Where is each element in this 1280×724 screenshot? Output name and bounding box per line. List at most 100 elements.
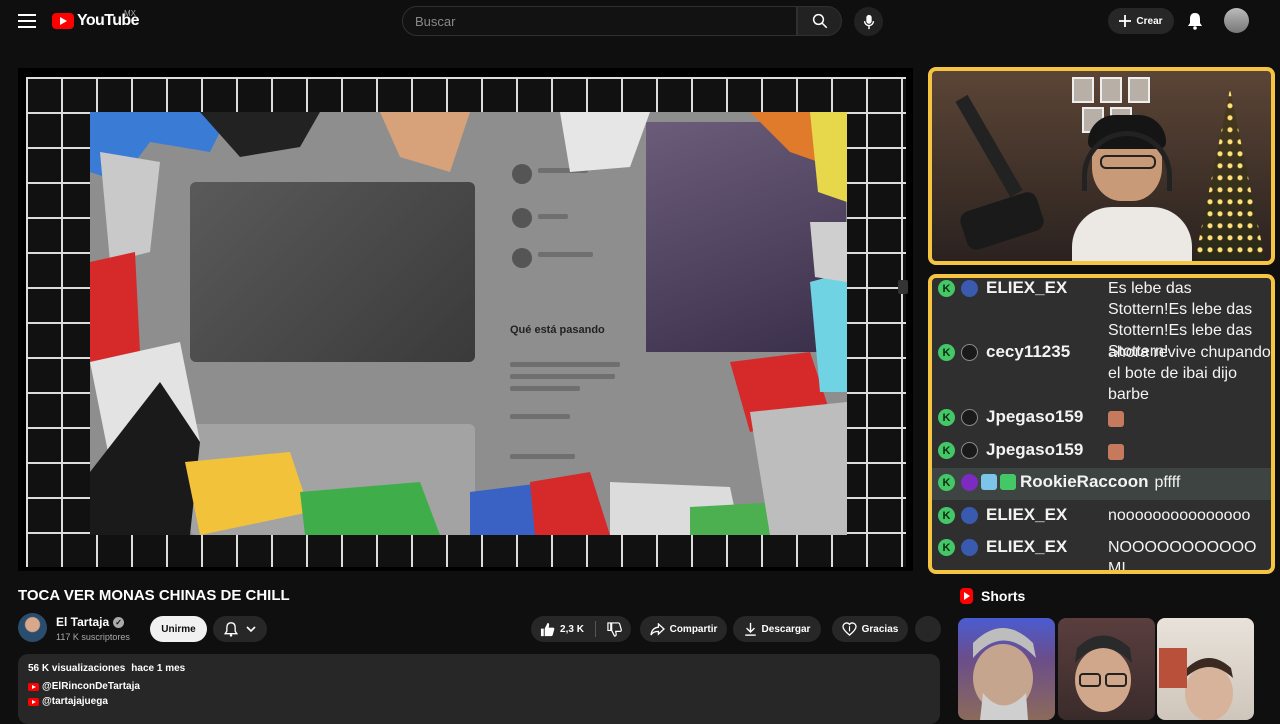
- chat-text: NOOOOOOOOOOO MI COMPAAAAAAAAAAAA: [1108, 539, 1257, 574]
- like-dislike-group: 2,3 K: [531, 616, 631, 642]
- streamer-webcam: [928, 67, 1275, 265]
- like-count[interactable]: 2,3 K: [560, 624, 584, 635]
- more-actions-button[interactable]: [915, 616, 941, 642]
- thanks-button[interactable]: Gracias: [832, 616, 908, 642]
- wall-frame: [1128, 77, 1150, 103]
- youtube-play-icon: [52, 13, 74, 29]
- menu-icon[interactable]: [18, 14, 36, 28]
- chat-username: RookieRaccoon: [1020, 472, 1149, 491]
- chat-text: [1108, 407, 1271, 428]
- chat-message: K ELIEX_EX NOOOOOOOOOOO MI COMPAAAAAAAAA…: [932, 537, 1271, 574]
- player-side-indicator: [898, 280, 908, 294]
- chat-message-highlighted: K RookieRaccoon pffff: [932, 468, 1271, 500]
- chat-message: K Jpegaso159: [932, 440, 1271, 461]
- user-badge-icon: [961, 539, 978, 556]
- chat-username: ELIEX_EX: [986, 278, 1068, 297]
- user-avatar[interactable]: [1224, 8, 1249, 33]
- chat-text: [1108, 440, 1271, 461]
- chat-username: ELIEX_EX: [986, 537, 1068, 556]
- short-thumbnail[interactable]: [1058, 618, 1155, 720]
- channel-link[interactable]: @tartajajuega: [42, 696, 108, 707]
- emote-icon: [1108, 443, 1124, 460]
- user-badge-icon: [961, 507, 978, 524]
- share-label: Compartir: [669, 623, 718, 635]
- heart-dollar-icon: [841, 622, 857, 636]
- kick-badge-icon: K: [938, 280, 955, 297]
- download-button[interactable]: Descargar: [733, 616, 821, 642]
- search-button[interactable]: [797, 6, 842, 36]
- download-icon: [744, 622, 756, 636]
- channel-name[interactable]: El Tartaja: [56, 615, 109, 629]
- description-box[interactable]: 56 K visualizaciones hace 1 mes @ElRinco…: [18, 654, 940, 724]
- youtube-logo[interactable]: YouTube MX: [52, 9, 139, 30]
- top-bar: YouTube MX Crear: [0, 0, 1280, 42]
- join-button[interactable]: Unirme: [150, 616, 207, 642]
- youtube-mini-icon: [28, 682, 39, 691]
- like-divider: [594, 621, 596, 637]
- microphone-icon: [863, 14, 874, 29]
- live-chat-overlay: K ELIEX_EX Es lebe das Stottern!Es lebe …: [928, 274, 1275, 574]
- shorts-header: Shorts: [960, 588, 1025, 604]
- shorts-icon: [960, 588, 973, 604]
- kick-badge-icon: K: [938, 507, 955, 524]
- shorts-heading: Shorts: [981, 588, 1026, 604]
- channel-name-row[interactable]: El Tartaja ✓: [56, 615, 125, 629]
- user-badge-icon: [961, 409, 978, 426]
- wall-frame: [1100, 77, 1122, 103]
- chat-message: K cecy11235 ahora revive chupando el bot…: [932, 342, 1271, 405]
- country-code: MX: [124, 9, 136, 18]
- upload-date: hace 1 mes: [131, 663, 186, 674]
- kick-badge-icon: K: [938, 474, 955, 491]
- christmas-tree: [1195, 89, 1265, 259]
- wall-frame: [1072, 77, 1094, 103]
- mic-arm: [955, 94, 1023, 198]
- channel-avatar[interactable]: [18, 613, 47, 642]
- search-input[interactable]: [415, 13, 796, 29]
- chat-text: ahora revive chupando el bote de ibai di…: [1108, 344, 1271, 403]
- view-count: 56 K visualizaciones: [28, 663, 126, 674]
- youtube-mini-icon: [28, 697, 39, 706]
- gift-badge-icon: [1000, 474, 1016, 490]
- chat-message: K ELIEX_EX nooooooooooooooo: [932, 505, 1271, 526]
- short-thumbnail-figure: [973, 628, 1036, 720]
- short-thumbnail[interactable]: [958, 618, 1055, 720]
- share-button[interactable]: Compartir: [640, 616, 727, 642]
- chat-username: ELIEX_EX: [986, 505, 1068, 524]
- download-label: Descargar: [761, 623, 811, 635]
- streamer-figure: [1072, 115, 1192, 261]
- chat-username: cecy11235: [986, 342, 1071, 361]
- user-badge-icon: [961, 344, 978, 361]
- thumbs-up-icon[interactable]: [540, 622, 555, 637]
- create-label: Crear: [1136, 15, 1163, 27]
- user-badge-icon: [961, 474, 978, 491]
- notification-subscribe-button[interactable]: [213, 616, 267, 642]
- kick-badge-icon: K: [938, 442, 955, 459]
- kick-badge-icon: K: [938, 409, 955, 426]
- thumbs-down-icon[interactable]: [607, 621, 622, 637]
- description-meta: 56 K visualizaciones hace 1 mes: [28, 663, 930, 674]
- create-button[interactable]: Crear: [1108, 8, 1174, 34]
- video-stream-screen: Qué está pasando: [90, 112, 847, 535]
- short-thumbnail-figure: [1075, 635, 1132, 712]
- kick-badge-icon: K: [938, 344, 955, 361]
- trash-collage-overlay: [90, 112, 847, 535]
- chat-message: K Jpegaso159: [932, 407, 1271, 428]
- thanks-label: Gracias: [861, 623, 899, 635]
- verified-check-icon: ✓: [113, 616, 125, 628]
- plus-icon: [1119, 15, 1132, 27]
- description-link[interactable]: @ElRinconDeTartaja: [28, 681, 930, 692]
- voice-search-button[interactable]: [854, 7, 883, 36]
- notifications-bell-icon[interactable]: [1185, 10, 1205, 32]
- subscriber-count: 117 K suscriptores: [56, 632, 130, 642]
- chat-text: nooooooooooooooo: [1108, 507, 1251, 524]
- description-link[interactable]: @tartajajuega: [28, 696, 930, 707]
- chat-username: Jpegaso159: [986, 440, 1084, 459]
- chat-text: pffff: [1154, 474, 1181, 491]
- emote-icon: [1108, 410, 1124, 427]
- short-thumbnail[interactable]: [1157, 618, 1254, 720]
- channel-link[interactable]: @ElRinconDeTartaja: [42, 681, 140, 692]
- search-box[interactable]: [402, 6, 797, 36]
- video-player[interactable]: Qué está pasando: [18, 68, 913, 571]
- streamer-body: [1072, 207, 1192, 261]
- microphone: [957, 189, 1047, 253]
